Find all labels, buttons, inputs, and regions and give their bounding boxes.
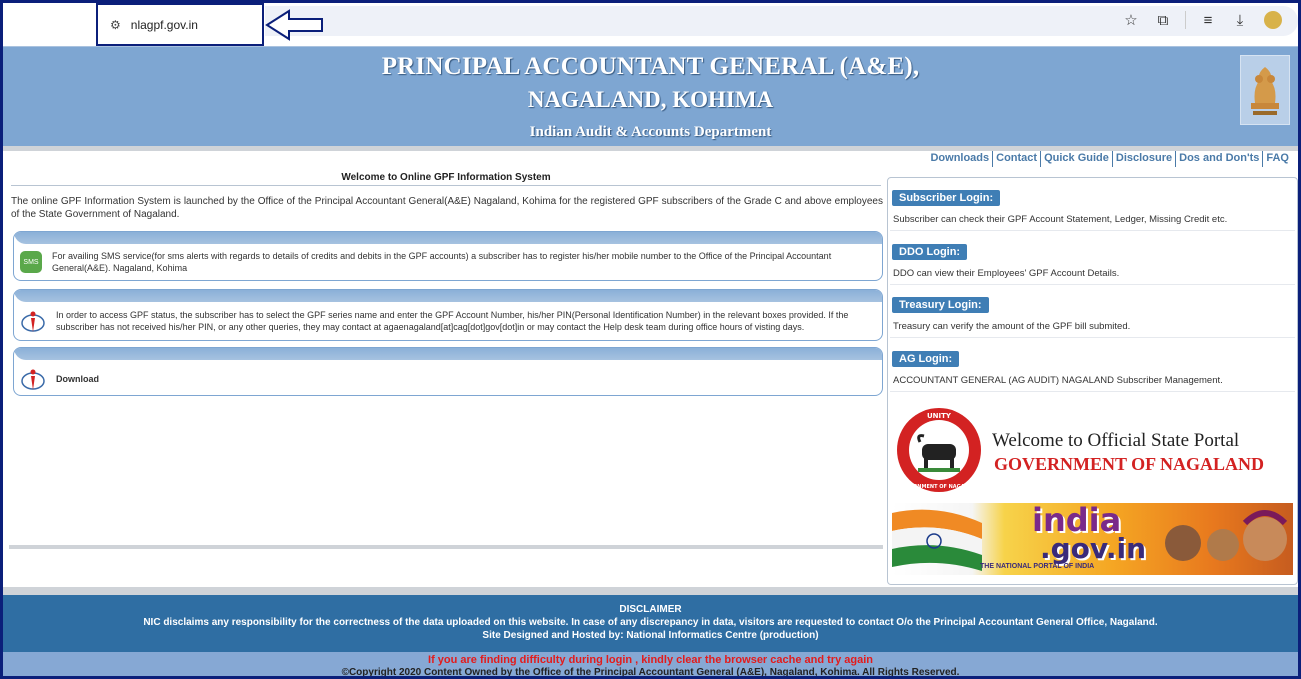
box-cap xyxy=(14,348,882,360)
treasury-login-block: Treasury Login: Treasury can verify the … xyxy=(890,285,1295,338)
login-sidebar: Subscriber Login: Subscriber can check t… xyxy=(887,177,1298,585)
nav-downloads[interactable]: Downloads xyxy=(927,151,994,167)
people-illustration-icon xyxy=(1165,510,1288,561)
main-panel: Welcome to Online GPF Information System… xyxy=(9,169,883,545)
tune-icon[interactable]: ⚙ xyxy=(110,18,121,32)
address-bar[interactable]: ⚙ nlagpf.gov.in xyxy=(96,3,264,46)
access-text: In order to access GPF status, the subsc… xyxy=(56,310,849,332)
subscriber-login-desc: Subscriber can check their GPF Account S… xyxy=(893,214,1228,225)
annotation-arrow-icon xyxy=(265,9,323,41)
header-title-line2: NAGALAND, KOHIMA xyxy=(527,87,774,112)
subscriber-login-block: Subscriber Login: Subscriber can check t… xyxy=(890,178,1295,231)
extensions-icon[interactable]: ⧉ xyxy=(1147,12,1179,29)
toolbar-separator xyxy=(1185,11,1186,29)
star-icon[interactable]: ☆ xyxy=(1115,11,1147,29)
sms-info-box: SMS For availing SMS service(for sms ale… xyxy=(13,231,883,281)
browser-toolbar: ⚙ nlagpf.gov.in ☆ ⧉ ≡ ⤓ xyxy=(3,3,1298,46)
access-info-box: In order to access GPF status, the subsc… xyxy=(13,289,883,341)
screenshot-frame: ⚙ nlagpf.gov.in ☆ ⧉ ≡ ⤓ PRINCIPAL ACCOUN… xyxy=(0,0,1301,679)
ag-login-button[interactable]: AG Login: xyxy=(892,351,960,367)
nav-disclosure[interactable]: Disclosure xyxy=(1113,151,1177,167)
nagaland-seal-icon: UNITY GOVERNMENT OF NAGALAND xyxy=(897,408,981,492)
url-text[interactable]: nlagpf.gov.in xyxy=(131,18,198,32)
india-portal-tagline: THE NATIONAL PORTAL OF INDIA xyxy=(980,563,1095,570)
main-bottom-divider xyxy=(9,545,883,549)
ddo-login-button[interactable]: DDO Login: xyxy=(892,244,968,260)
gov-in-word: .gov.in xyxy=(1040,532,1147,565)
national-emblem-icon xyxy=(1240,55,1290,125)
download-link[interactable]: Download xyxy=(56,373,99,385)
ddo-login-desc: DDO can view their Employees' GPF Accoun… xyxy=(893,268,1120,279)
nav-dos-and-donts[interactable]: Dos and Don'ts xyxy=(1176,151,1264,167)
box-cap xyxy=(14,232,882,244)
india-word: india xyxy=(1032,503,1122,539)
disclaimer-text: NIC disclaims any responsibility for the… xyxy=(143,617,1158,628)
header-subtitle: Indian Audit & Accounts Department xyxy=(529,124,772,140)
ag-login-block: AG Login: ACCOUNTANT GENERAL (AG AUDIT) … xyxy=(890,339,1295,392)
box-cap xyxy=(14,290,882,302)
browser-actions: ☆ ⧉ ≡ ⤓ xyxy=(1115,11,1282,29)
state-portal-banner[interactable]: UNITY GOVERNMENT OF NAGALAND Welcome to … xyxy=(892,406,1295,496)
subscriber-login-button[interactable]: Subscriber Login: xyxy=(892,190,1001,206)
welcome-title: Welcome to Online GPF Information System xyxy=(11,172,881,186)
info-icon xyxy=(21,311,45,332)
ag-login-desc: ACCOUNTANT GENERAL (AG AUDIT) NAGALAND S… xyxy=(893,375,1223,386)
state-portal-welcome: Welcome to Official State Portal xyxy=(992,430,1240,451)
india-gov-banner[interactable]: india .gov.in THE NATIONAL PORTAL OF IND… xyxy=(892,503,1293,575)
nav-quick-guide[interactable]: Quick Guide xyxy=(1041,151,1113,167)
seal-top-text: UNITY xyxy=(927,412,952,420)
download-box: Download xyxy=(13,347,883,396)
top-nav: Downloads Contact Quick Guide Disclosure… xyxy=(927,151,1292,167)
info-icon xyxy=(21,369,45,390)
profile-icon[interactable] xyxy=(1264,11,1282,29)
ddo-login-block: DDO Login: DDO can view their Employees'… xyxy=(890,232,1295,285)
flag-icon xyxy=(892,509,982,571)
reading-list-icon[interactable]: ≡ xyxy=(1192,12,1224,29)
download-icon[interactable]: ⤓ xyxy=(1224,12,1256,29)
hosted-by-text: Site Designed and Hosted by: National In… xyxy=(482,630,819,641)
treasury-login-desc: Treasury can verify the amount of the GP… xyxy=(893,321,1131,332)
site-header: PRINCIPAL ACCOUNTANT GENERAL (A&E), NAGA… xyxy=(3,46,1298,146)
cache-warning: If you are finding difficulty during log… xyxy=(428,654,873,666)
disclaimer-heading: DISCLAIMER xyxy=(619,604,682,615)
sms-icon: SMS xyxy=(20,251,42,273)
sms-text: For availing SMS service(for sms alerts … xyxy=(52,251,832,273)
nav-faq[interactable]: FAQ xyxy=(1263,151,1292,167)
header-title-line1: PRINCIPAL ACCOUNTANT GENERAL (A&E), xyxy=(381,53,920,80)
seal-bottom-text: GOVERNMENT OF NAGALAND xyxy=(898,484,980,490)
nav-contact[interactable]: Contact xyxy=(993,151,1042,167)
state-portal-govt: GOVERNMENT OF NAGALAND xyxy=(994,454,1265,474)
intro-text: The online GPF Information System is lau… xyxy=(11,196,883,220)
treasury-login-button[interactable]: Treasury Login: xyxy=(892,297,989,313)
copyright-text: ©Copyright 2020 Content Owned by the Off… xyxy=(341,667,960,678)
footer-divider xyxy=(3,587,1298,595)
disclaimer-footer: DISCLAIMER NIC disclaims any responsibil… xyxy=(3,595,1298,652)
notice-footer: If you are finding difficulty during log… xyxy=(3,652,1298,678)
